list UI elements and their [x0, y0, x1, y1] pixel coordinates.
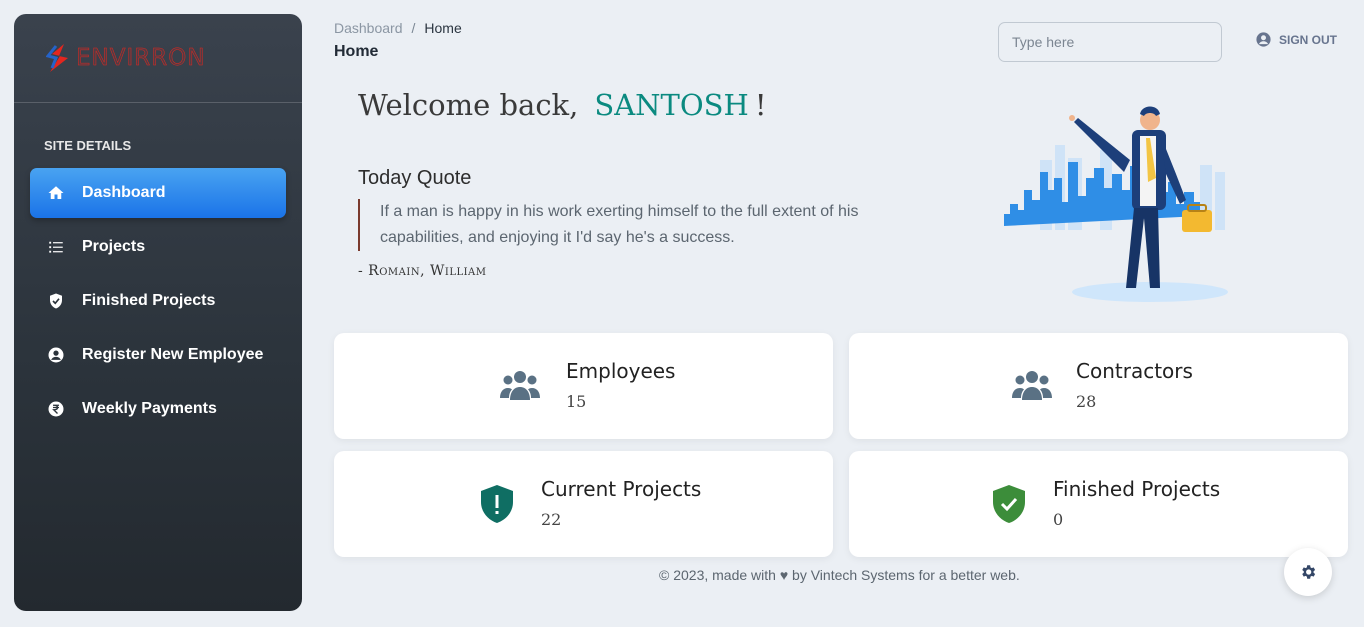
- page-title: Home: [334, 43, 379, 60]
- welcome-greeting: Welcome back,: [358, 88, 579, 122]
- sidebar-item-weekly-payments[interactable]: Weekly Payments: [30, 384, 286, 434]
- stat-value: 0: [1053, 510, 1064, 529]
- sidebar-item-label: Dashboard: [82, 184, 166, 201]
- list-icon: [30, 238, 82, 256]
- brand-logo[interactable]: ENVIRRON: [46, 40, 206, 76]
- stat-label: Contractors: [1076, 359, 1193, 383]
- sidebar-item-label: Weekly Payments: [82, 400, 217, 417]
- sidebar-divider: [14, 102, 302, 103]
- brand-name: ENVIRRON: [76, 45, 206, 72]
- businessman-illustration: [1004, 106, 1228, 302]
- logo-mark-icon: [46, 44, 68, 72]
- sidebar-item-label: Register New Employee: [82, 346, 264, 363]
- stat-card-finished-projects[interactable]: Finished Projects 0: [849, 451, 1348, 557]
- sidebar-item-projects[interactable]: Projects: [30, 222, 286, 272]
- breadcrumb-separator: /: [411, 20, 416, 36]
- stat-card-contractors[interactable]: Contractors 28: [849, 333, 1348, 439]
- breadcrumb-current: Home: [424, 20, 462, 36]
- heart-icon: ♥: [779, 567, 789, 583]
- breadcrumb: Dashboard / Home: [334, 20, 462, 36]
- sidebar-item-register-new-employee[interactable]: Register New Employee: [30, 330, 286, 380]
- sidebar-section-title: SITE DETAILS: [44, 138, 132, 153]
- welcome-heading: Welcome back, SANTOSH !: [358, 88, 766, 122]
- stat-card-current-projects[interactable]: Current Projects 22: [334, 451, 833, 557]
- shield-alert-icon: [476, 483, 518, 525]
- users-icon: [1011, 365, 1053, 407]
- stat-label: Employees: [566, 359, 676, 383]
- sidebar-item-dashboard[interactable]: Dashboard: [30, 168, 286, 218]
- footer-prefix: © 2023, made with: [659, 567, 776, 583]
- stat-value: 28: [1076, 392, 1097, 411]
- stat-value: 22: [541, 510, 562, 529]
- footer-suffix: by Vintech Systems for a better web.: [792, 567, 1020, 583]
- stat-card-employees[interactable]: Employees 15: [334, 333, 833, 439]
- quote-text: If a man is happy in his work exerting h…: [358, 199, 878, 251]
- sign-out-button[interactable]: SIGN OUT: [1255, 31, 1337, 48]
- shield-check-icon: [30, 292, 82, 310]
- quote-author: - Romain, William: [358, 263, 487, 279]
- breadcrumb-parent[interactable]: Dashboard: [334, 20, 403, 36]
- rupee-icon: [30, 400, 82, 418]
- stat-label: Current Projects: [541, 477, 702, 501]
- users-icon: [499, 365, 541, 407]
- sidebar-item-finished-projects[interactable]: Finished Projects: [30, 276, 286, 326]
- gear-icon: [1302, 565, 1316, 579]
- sidebar-item-label: Finished Projects: [82, 292, 216, 309]
- shield-check-icon: [988, 483, 1030, 525]
- user-circle-icon: [1256, 32, 1271, 47]
- stat-value: 15: [566, 392, 587, 411]
- welcome-suffix: !: [754, 88, 767, 122]
- home-icon: [30, 184, 82, 202]
- quote-heading: Today Quote: [358, 167, 472, 189]
- settings-button[interactable]: [1284, 548, 1332, 596]
- user-circle-icon: [30, 346, 82, 364]
- sidebar: ENVIRRON SITE DETAILS Dashboard Projects…: [14, 14, 302, 611]
- stat-label: Finished Projects: [1053, 477, 1221, 501]
- sign-out-label: SIGN OUT: [1279, 32, 1338, 47]
- footer: © 2023, made with ♥ by Vintech Systems f…: [659, 567, 1020, 583]
- sidebar-item-label: Projects: [82, 238, 146, 255]
- search-input[interactable]: [998, 22, 1222, 62]
- welcome-user-name: SANTOSH: [594, 88, 749, 122]
